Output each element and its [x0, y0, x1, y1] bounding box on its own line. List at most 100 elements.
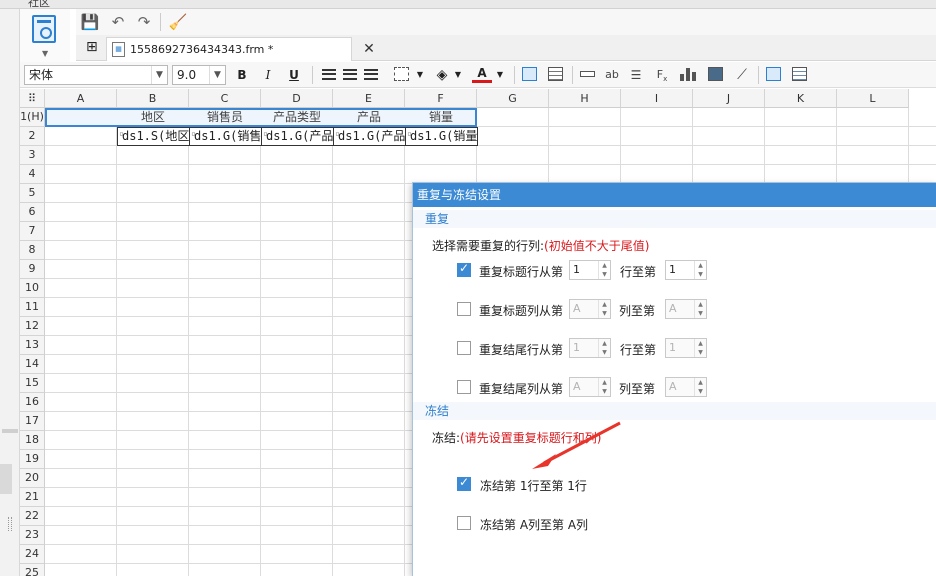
column-header-l[interactable]: L — [837, 89, 909, 108]
to-spinner[interactable]: A ▲ ▼ — [665, 299, 707, 319]
font-name-select[interactable]: 宋体 ▼ — [24, 65, 168, 85]
row-header[interactable]: 16 — [20, 393, 45, 412]
left-panel-tab[interactable] — [0, 464, 12, 494]
undo-icon[interactable]: ↶ — [108, 12, 128, 32]
spinner-arrows-icon[interactable]: ▲ ▼ — [598, 261, 610, 279]
text-field-icon[interactable] — [580, 71, 595, 77]
data-cell[interactable]: ▫ds1.S(地区) — [117, 127, 189, 146]
bold-icon[interactable]: B — [232, 65, 252, 85]
template-button[interactable]: ▼ — [20, 9, 70, 65]
row-header[interactable]: 25 — [20, 564, 45, 576]
column-header-h[interactable]: H — [549, 89, 621, 108]
spinner-arrows-icon[interactable]: ▲ ▼ — [598, 339, 610, 357]
formula-icon[interactable]: Fx — [652, 65, 672, 85]
spinner-arrows-icon[interactable]: ▲ ▼ — [694, 300, 706, 318]
data-cell[interactable]: ▫ds1.G(产品) — [333, 127, 405, 146]
select-all-corner[interactable]: ⠿ — [20, 89, 45, 108]
row-header[interactable]: 10 — [20, 279, 45, 298]
redo-icon[interactable]: ↷ — [134, 12, 154, 32]
repeat-option-checkbox[interactable] — [457, 261, 471, 277]
underline-icon[interactable]: U — [284, 65, 304, 85]
row-header[interactable]: 3 — [20, 146, 45, 165]
frame-icon[interactable] — [522, 67, 537, 81]
chart-icon[interactable] — [680, 68, 696, 81]
image-icon[interactable] — [708, 67, 723, 81]
rich-text-icon[interactable]: ☰ — [626, 65, 646, 85]
from-spinner[interactable]: 1 ▲ ▼ — [569, 338, 611, 358]
column-header-g[interactable]: G — [477, 89, 549, 108]
row-header[interactable]: 23 — [20, 526, 45, 545]
left-panel-grip[interactable] — [8, 517, 12, 531]
repeat-option-checkbox[interactable] — [457, 302, 471, 316]
chevron-down-icon[interactable]: ▼ — [490, 65, 510, 85]
row-header[interactable]: 11 — [20, 298, 45, 317]
spinner-arrows-icon[interactable]: ▲ ▼ — [694, 378, 706, 396]
row-header[interactable]: 5 — [20, 184, 45, 203]
grid-icon[interactable]: ⊞ — [86, 39, 102, 55]
chevron-down-icon[interactable]: ▼ — [410, 65, 430, 85]
align-right-icon[interactable] — [364, 69, 378, 80]
data-cell[interactable]: ▫ ds1.G(产品 — [261, 127, 333, 146]
row-header[interactable]: 9 — [20, 260, 45, 279]
italic-icon[interactable]: I — [258, 65, 278, 85]
row-header[interactable]: 21 — [20, 488, 45, 507]
spinner-arrows-icon[interactable]: ▲ ▼ — [598, 378, 610, 396]
repeat-option-checkbox[interactable] — [457, 380, 471, 394]
text-icon[interactable]: ab — [602, 65, 622, 85]
row-header[interactable]: 4 — [20, 165, 45, 184]
column-header-e[interactable]: E — [333, 89, 405, 108]
table-icon[interactable] — [548, 67, 563, 81]
freeze-rows-checkbox[interactable] — [457, 475, 471, 491]
data-cell[interactable]: ▫ ds1.G(销售 — [189, 127, 261, 146]
freeze-cols-checkbox[interactable] — [457, 516, 471, 530]
dialog-title[interactable]: 重复与冻结设置 — [413, 183, 936, 207]
row-header[interactable]: 8 — [20, 241, 45, 260]
align-center-icon[interactable] — [343, 69, 357, 80]
save-icon[interactable]: 💾 — [80, 12, 100, 32]
data-cell[interactable]: ▫ ds1.G(销量) — [405, 127, 478, 146]
close-icon[interactable]: ✕ — [361, 41, 377, 57]
column-header-i[interactable]: I — [621, 89, 693, 108]
column-header-b[interactable]: B — [117, 89, 189, 108]
row-header[interactable]: 12 — [20, 317, 45, 336]
font-color-icon[interactable]: A — [472, 65, 492, 83]
font-size-select[interactable]: 9.0 ▼ — [172, 65, 226, 85]
row-header[interactable]: 14 — [20, 355, 45, 374]
slash-icon[interactable]: ⟋ — [732, 65, 752, 85]
to-spinner[interactable]: 1 ▲ ▼ — [665, 338, 707, 358]
spinner-arrows-icon[interactable]: ▲ ▼ — [598, 300, 610, 318]
from-spinner[interactable]: A ▲ ▼ — [569, 299, 611, 319]
row-header[interactable]: 20 — [20, 469, 45, 488]
row-header[interactable]: 6 — [20, 203, 45, 222]
to-spinner[interactable]: 1 ▲ ▼ — [665, 260, 707, 280]
left-panel-handle[interactable] — [2, 429, 18, 433]
list-icon[interactable] — [792, 67, 807, 81]
repeat-option-checkbox[interactable] — [457, 341, 471, 355]
align-left-icon[interactable] — [322, 69, 336, 80]
row-header[interactable]: 1(H) — [20, 108, 45, 127]
to-spinner[interactable]: A ▲ ▼ — [665, 377, 707, 397]
column-header-d[interactable]: D — [261, 89, 333, 108]
column-header-j[interactable]: J — [693, 89, 765, 108]
brush-icon[interactable]: 🧹 — [168, 12, 188, 32]
spinner-arrows-icon[interactable]: ▲ ▼ — [694, 339, 706, 357]
chevron-down-icon[interactable]: ▼ — [448, 65, 468, 85]
column-header-a[interactable]: A — [45, 89, 117, 108]
column-header-c[interactable]: C — [189, 89, 261, 108]
subreport-icon[interactable] — [766, 67, 781, 81]
row-header[interactable]: 18 — [20, 431, 45, 450]
spinner-arrows-icon[interactable]: ▲ ▼ — [694, 261, 706, 279]
row-header[interactable]: 22 — [20, 507, 45, 526]
from-spinner[interactable]: 1 ▲ ▼ — [569, 260, 611, 280]
row-header[interactable]: 24 — [20, 545, 45, 564]
column-header-f[interactable]: F — [405, 89, 477, 108]
row-header[interactable]: 7 — [20, 222, 45, 241]
column-header-k[interactable]: K — [765, 89, 837, 108]
row-header[interactable]: 15 — [20, 374, 45, 393]
border-icon[interactable] — [394, 67, 409, 81]
from-spinner[interactable]: A ▲ ▼ — [569, 377, 611, 397]
row-header[interactable]: 19 — [20, 450, 45, 469]
tab-file[interactable]: ▦ 1558692736434343.frm * ✕ — [106, 37, 375, 61]
row-header[interactable]: 13 — [20, 336, 45, 355]
row-header[interactable]: 2 — [20, 127, 45, 146]
